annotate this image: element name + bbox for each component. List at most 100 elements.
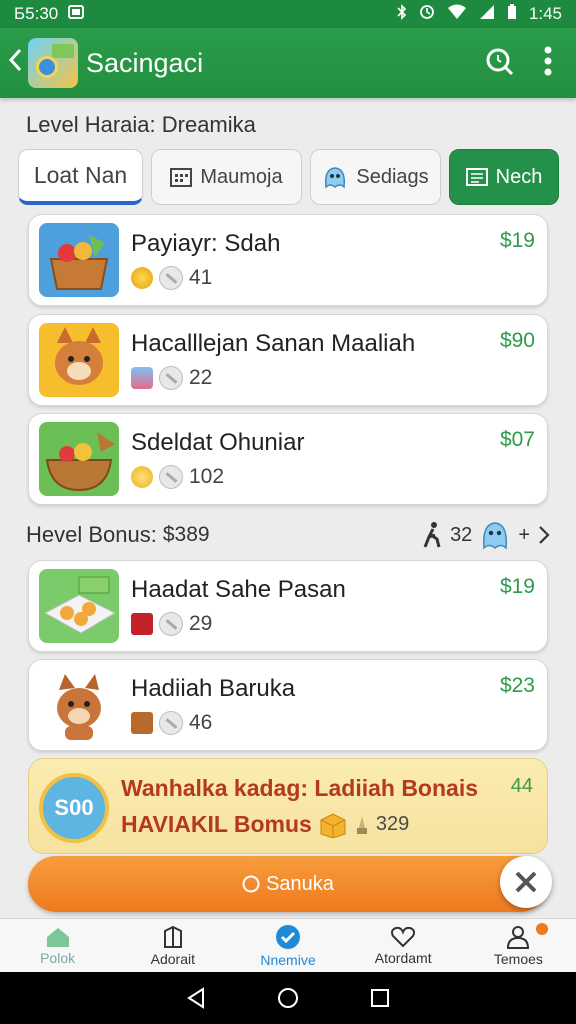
blob-mascot-icon (483, 522, 508, 550)
snack-tray-image (39, 569, 119, 643)
chevron-left-icon (8, 48, 22, 72)
system-navigation-bar (0, 972, 576, 1024)
tab-label: Maumoja (200, 165, 283, 188)
tab-bar: Loat Nan Maumoja Sediags Nech (18, 149, 560, 205)
item-price: $07 (499, 428, 535, 451)
item-count: 29 (189, 612, 213, 635)
list-item[interactable]: Haadat Sahe Pasan 29 $19 (28, 560, 548, 652)
back-button[interactable] (2, 47, 28, 79)
close-fab-button[interactable] (500, 856, 552, 908)
bonus-label: Hevel Bonus: (26, 522, 157, 547)
signal-icon (479, 4, 495, 25)
battery-icon (507, 3, 517, 25)
walking-person-icon (423, 522, 441, 548)
add-button[interactable]: + (518, 524, 530, 547)
promo-title: Wanhalka kadag: Ladiiah Bonais (121, 775, 479, 801)
nav-label: Adorait (150, 950, 195, 967)
more-vertical-icon (544, 46, 552, 75)
tab-label: Sediags (356, 165, 429, 188)
box-icon (163, 925, 182, 948)
item-count: 102 (189, 465, 225, 488)
no-entry-icon (159, 465, 183, 489)
bonus-row: Hevel Bonus: $389 32 + (26, 519, 550, 551)
list-item[interactable]: Hacalllejan Sanan Maaliah 22 $90 (28, 314, 548, 406)
item-name: Sdeldat Ohuniar (131, 429, 305, 456)
promo-subtitle: HAVIAKIL Bomus 329 (121, 811, 409, 838)
no-entry-icon (159, 266, 183, 290)
status-time-left: Б5:30 (14, 4, 59, 23)
no-entry-icon (159, 366, 183, 390)
chevron-right-icon[interactable] (538, 525, 550, 545)
primary-action-label: Sanuka (266, 872, 334, 895)
notification-icon (68, 4, 85, 24)
heart-icon (391, 926, 416, 947)
wifi-icon (447, 4, 467, 25)
app-bar: Sacingaci (0, 28, 576, 98)
blob-mascot-icon (325, 167, 346, 189)
primary-action-button[interactable]: Sanuka (28, 856, 548, 912)
item-name: Hadiiah Baruka (131, 675, 296, 702)
fruit-bowl-image (39, 422, 119, 496)
item-name: Payiayr: Sdah (131, 230, 281, 257)
promo-subtitle-text: HAVIAKIL Bomus (121, 811, 312, 837)
item-name: Haadat Sahe Pasan (131, 576, 346, 603)
close-icon (515, 871, 537, 893)
gift-box-icon (131, 367, 153, 389)
bluetooth-icon (397, 3, 407, 25)
promo-badge: S00 (39, 773, 109, 843)
tab-loat-nan[interactable]: Loat Nan (18, 149, 143, 205)
calendar-icon (170, 168, 193, 187)
nav-item-nnemive[interactable]: Nnemive (230, 919, 345, 972)
tab-label: Loat Nan (33, 162, 128, 188)
recents-square-icon[interactable] (370, 988, 390, 1008)
promo-count: 329 (375, 813, 410, 835)
home-icon (46, 927, 69, 947)
fox-image (39, 668, 119, 742)
basket-image (39, 223, 119, 297)
red-box-icon (131, 613, 153, 635)
search-button[interactable] (484, 46, 514, 81)
coin-icon (131, 466, 153, 488)
list-item[interactable]: Hadiiah Baruka 46 $23 (28, 659, 548, 751)
coin-icon (131, 267, 153, 289)
status-bar: Б5:30 1:45 (0, 0, 576, 28)
fox-image (39, 323, 119, 397)
list-item[interactable]: Payiayr: Sdah 41 $19 (28, 214, 548, 306)
search-icon (486, 48, 514, 75)
more-menu-button[interactable] (544, 46, 552, 81)
no-entry-icon (159, 612, 183, 636)
bonus-amount: $389 (162, 523, 210, 546)
nav-item-adorait[interactable]: Adorait (115, 919, 230, 972)
promo-banner[interactable]: S00 Wanhalka kadag: Ladiiah Bonais HAVIA… (28, 758, 548, 854)
bottom-navigation: Polok Adorait Nnemive Atordamt Temoes (0, 918, 576, 972)
item-count: 46 (189, 711, 213, 734)
item-count: 22 (189, 366, 213, 389)
trophy-icon (356, 815, 367, 834)
crate-icon (131, 712, 153, 734)
profile-icon (507, 925, 530, 949)
status-time-right: 1:45 (528, 4, 562, 23)
nav-item-temoes[interactable]: Temoes (461, 919, 576, 972)
nav-label: Temoes (493, 950, 543, 967)
tab-sediags[interactable]: Sediags (310, 149, 441, 205)
section-title: Level Haraia: Dreamika (26, 112, 256, 137)
item-name: Hacalllejan Sanan Maaliah (131, 330, 416, 357)
nav-item-atordamt[interactable]: Atordamt (346, 919, 461, 972)
tab-nech[interactable]: Nech (449, 149, 559, 205)
list-item[interactable]: Sdeldat Ohuniar 102 $07 (28, 413, 548, 505)
back-triangle-icon[interactable] (186, 987, 206, 1009)
app-title: Sacingaci (86, 47, 204, 78)
nav-item-polok[interactable]: Polok (0, 919, 115, 972)
item-price: $19 (499, 229, 535, 252)
tab-label: Nech (495, 165, 543, 188)
circle-icon (242, 875, 260, 893)
item-count: 41 (189, 266, 213, 289)
no-entry-icon (159, 711, 183, 735)
nav-label: Polok (40, 949, 76, 966)
gold-box-icon (320, 812, 346, 838)
item-price: $19 (499, 575, 535, 598)
tab-maumoja[interactable]: Maumoja (151, 149, 302, 205)
item-price: $90 (499, 329, 535, 352)
home-circle-icon[interactable] (277, 987, 299, 1009)
notification-dot (536, 923, 549, 935)
